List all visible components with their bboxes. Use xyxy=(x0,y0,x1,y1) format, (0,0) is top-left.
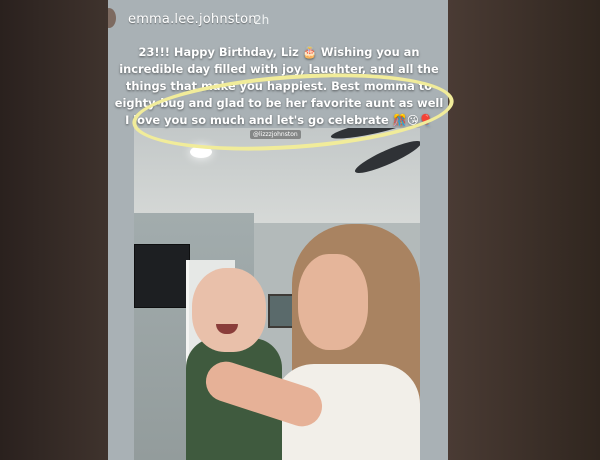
username[interactable]: emma.lee.johnston xyxy=(128,12,257,27)
baby-face xyxy=(192,268,266,352)
story-header: emma.lee.johnston 2h xyxy=(108,0,448,40)
timestamp: 2h xyxy=(254,13,270,27)
right-backdrop xyxy=(448,0,600,460)
caption-line: 23!!! Happy Birthday, Liz 🎂 Wishing you … xyxy=(138,45,420,59)
tv xyxy=(134,244,190,308)
avatar[interactable] xyxy=(108,8,116,28)
story-viewer: emma.lee.johnston 2h 23!!! Happy Birthda… xyxy=(0,0,600,460)
story-card[interactable]: emma.lee.johnston 2h 23!!! Happy Birthda… xyxy=(108,0,448,460)
left-backdrop xyxy=(0,0,108,460)
story-photo xyxy=(134,128,420,460)
woman-face xyxy=(298,254,368,350)
